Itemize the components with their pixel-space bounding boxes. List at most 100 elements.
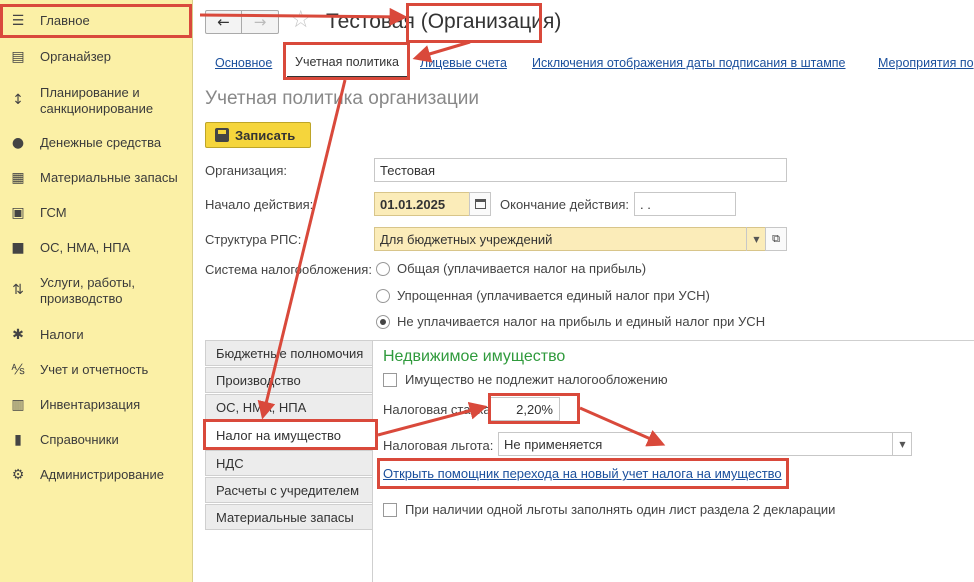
side-tab-property-tax[interactable]: Налог на имущество [205,421,373,449]
sidebar-item-services[interactable]: ⇅ Услуги, работы, производство [0,274,193,308]
tax-option-simplified[interactable]: Упрощенная (уплачивается единый налог пр… [376,288,710,303]
rps-label: Структура РПС: [205,232,302,247]
sidebar-item-label: Планирование и санкционирование [40,85,154,116]
sidebar-item-label: ОС, НМА, НПА [40,240,131,255]
back-button[interactable]: ← [206,11,243,33]
side-tab-budget[interactable]: Бюджетные полномочия [205,340,373,366]
sidebar-item-catalogs[interactable]: ▮ Справочники [0,431,193,449]
sidebar-item-label: Услуги, работы, производство [40,275,135,306]
tab-exclusions[interactable]: Исключения отображения даты подписания в… [532,56,846,70]
sidebar-item-label: ГСМ [40,205,67,220]
menu-icon: ☰ [11,13,25,29]
sidebar-item-accounting[interactable]: ⅍ Учет и отчетность [0,361,193,379]
services-icon: ⇅ [12,282,24,298]
checkbox[interactable] [383,502,397,517]
arrow-right-icon: → [253,13,267,31]
save-button-label: Записать [235,127,296,143]
save-button[interactable]: Записать [205,122,311,148]
end-date-label: Окончание действия: [500,197,629,212]
radio-button[interactable] [376,288,390,303]
sidebar-item-inventory[interactable]: ▦ Материальные запасы [0,169,193,187]
sidebar-item-label: Инвентаризация [40,397,141,412]
sidebar-item-money[interactable]: ● Денежные средства [0,134,193,152]
one-sheet-option[interactable]: При наличии одной льготы заполнять один … [383,502,835,517]
section-title: Учетная политика организации [205,88,479,109]
sidebar-item-fuel[interactable]: ▣ ГСМ [0,204,193,222]
benefit-select[interactable]: Не применяется ▼ [498,432,912,456]
inventory-icon: ▦ [11,170,25,186]
floppy-disk-icon [215,128,229,142]
sidebar-item-planning[interactable]: ↕ Планирование и санкционирование [0,84,193,118]
checkbox[interactable] [383,372,397,387]
side-tab-materials[interactable]: Материальные запасы [205,504,373,530]
gear-icon: ⚙ [11,467,25,483]
sidebar-item-label: Материальные запасы [40,170,178,185]
rps-select[interactable]: Для бюджетных учреждений ▼ [374,227,766,251]
radio-button-selected[interactable] [376,314,390,329]
planning-icon: ↕ [12,92,24,108]
side-tab-founder[interactable]: Расчеты с учредителем [205,477,373,503]
org-label: Организация: [205,163,288,178]
sidebar-item-label: Налоги [40,327,84,342]
org-field[interactable]: Тестовая [374,158,787,182]
start-date-field[interactable]: 01.01.2025 [374,192,470,216]
property-helper-link[interactable]: Открыть помощник перехода на новый учет … [383,466,782,481]
fuel-icon: ▣ [11,205,25,221]
side-tab-assets[interactable]: ОС, НМА, НПА [205,394,373,420]
rate-value: 2,20% [516,401,553,417]
catalogs-icon: ▮ [14,432,22,448]
sidebar-item-organizer[interactable]: ▤ Органайзер [0,48,193,66]
open-icon: ⧉ [772,232,780,245]
start-date-label: Начало действия: [205,197,314,212]
tab-main[interactable]: Основное [215,56,272,70]
chevron-down-icon[interactable]: ▼ [746,227,766,251]
benefit-label: Налоговая льгота: [383,438,494,453]
money-icon: ● [11,135,25,151]
not-taxable-option[interactable]: Имущество не подлежит налогообложению [383,372,668,387]
start-date-calendar-button[interactable] [469,192,491,216]
tab-accounts[interactable]: Лицевые счета [420,56,507,70]
sidebar-item-label: Справочники [40,432,119,447]
benefit-value: Не применяется [504,436,603,452]
tab-events[interactable]: Мероприятия по [878,56,974,70]
calendar-icon [474,199,486,209]
start-date-value: 01.01.2025 [380,196,446,212]
side-tab-vat[interactable]: НДС [205,450,373,476]
tab-policy[interactable]: Учетная политика [287,48,407,78]
taxes-icon: ✱ [12,327,24,343]
open-rps-button[interactable]: ⧉ [765,227,787,251]
sidebar-item-stocktaking[interactable]: ▥ Инвентаризация [0,396,193,414]
organizer-icon: ▤ [11,49,25,65]
not-taxable-label: Имущество не подлежит налогообложению [405,372,668,387]
sidebar-item-taxes[interactable]: ✱ Налоги [0,326,193,344]
rps-value: Для бюджетных учреждений [380,231,553,247]
end-date-value: . . [640,196,651,212]
tax-option-label: Общая (уплачивается налог на прибыль) [397,261,647,276]
rate-field[interactable]: 2,20% [490,397,560,421]
chevron-down-icon[interactable]: ▼ [892,432,912,456]
tax-option-label: Упрощенная (уплачивается единый налог пр… [397,288,710,303]
sidebar-item-label: Администрирование [40,467,164,482]
truck-icon: ■ [11,240,25,256]
tax-option-label: Не уплачивается налог на прибыль и едины… [397,314,766,329]
sidebar-item-label: Денежные средства [40,135,162,150]
side-tab-production[interactable]: Производство [205,367,373,393]
sidebar-item-label: Органайзер [40,49,111,64]
radio-button[interactable] [376,261,390,276]
tax-option-general[interactable]: Общая (уплачивается налог на прибыль) [376,261,646,276]
tax-system-label: Система налогообложения: [205,262,372,277]
rate-label: Налоговая ставка: [383,402,495,417]
forward-button[interactable]: → [242,11,278,33]
sidebar-item-label: Главное [40,13,90,28]
arrow-left-icon: ← [217,13,230,31]
nav-buttons: ← → [205,10,279,34]
sidebar-item-label: Учет и отчетность [40,362,149,377]
sidebar-item-admin[interactable]: ⚙ Администрирование [0,466,193,484]
sidebar-item-main[interactable]: ☰ Главное [0,12,193,30]
favorite-star-icon[interactable]: ☆ [290,5,312,33]
sidebar-item-assets[interactable]: ■ ОС, НМА, НПА [0,239,193,257]
panel-title: Недвижимое имущество [383,348,566,365]
org-value: Тестовая [380,162,436,178]
tax-option-none[interactable]: Не уплачивается налог на прибыль и едины… [376,314,765,329]
end-date-field[interactable]: . . [634,192,736,216]
